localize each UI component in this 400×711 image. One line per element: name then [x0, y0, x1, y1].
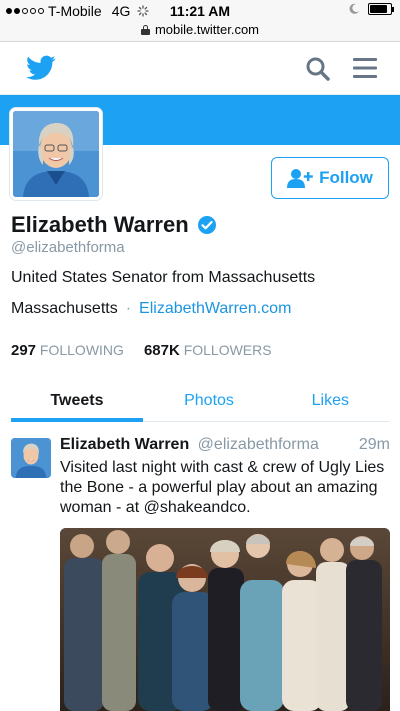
status-right	[348, 3, 394, 15]
tweet-avatar-photo	[11, 438, 51, 478]
following-stat[interactable]: 297 FOLLOWING	[11, 342, 124, 359]
url-bar[interactable]: mobile.twitter.com	[0, 22, 400, 42]
do-not-disturb-moon-icon	[349, 3, 359, 14]
tweet-photo[interactable]	[60, 528, 390, 711]
tab-photos[interactable]: Photos	[143, 385, 275, 421]
url-text: mobile.twitter.com	[154, 22, 260, 37]
follow-label: Follow	[319, 168, 373, 187]
meta-separator: ·	[125, 300, 132, 317]
profile-tabs: Tweets Photos Likes	[11, 385, 389, 422]
tweet-header: Elizabeth Warren @elizabethforma 29m	[60, 436, 390, 454]
following-count: 297	[11, 342, 37, 359]
tab-tweets[interactable]: Tweets	[11, 385, 143, 422]
profile-avatar[interactable]	[10, 108, 102, 200]
profile-stats: 297 FOLLOWING 687K FOLLOWERS	[11, 342, 272, 359]
top-nav	[0, 43, 400, 95]
following-label: FOLLOWING	[39, 342, 124, 358]
hamburger-menu-icon[interactable]	[352, 57, 378, 79]
followers-label: FOLLOWERS	[183, 342, 272, 358]
search-icon[interactable]	[305, 56, 331, 82]
profile-meta: Massachusetts · ElizabethWarren.com	[11, 300, 291, 318]
clock: 11:21 AM	[169, 3, 231, 19]
tweet-text: Visited last night with cast & crew of U…	[60, 459, 385, 516]
profile-handle: @elizabethforma	[11, 239, 125, 256]
verified-badge-icon	[197, 216, 216, 234]
profile-location: Massachusetts	[11, 300, 118, 317]
profile-name-text: Elizabeth Warren	[11, 212, 189, 237]
followers-count: 687K	[143, 342, 180, 359]
followers-stat[interactable]: 687K FOLLOWERS	[144, 342, 272, 359]
profile-name: Elizabeth Warren	[11, 212, 217, 238]
tab-likes[interactable]: Likes	[275, 385, 389, 421]
battery-fill	[370, 5, 387, 13]
tweet-timestamp[interactable]: 29m	[359, 436, 390, 454]
avatar-photo	[13, 111, 99, 197]
tweet-author[interactable]: Elizabeth Warren	[60, 436, 189, 453]
tweet-handle[interactable]: @elizabethforma	[198, 436, 319, 453]
follow-button[interactable]: Follow	[271, 157, 389, 199]
twitter-bird-icon[interactable]	[26, 55, 56, 81]
lock-icon	[140, 24, 150, 35]
profile-bio: United States Senator from Massachusetts	[11, 269, 316, 286]
profile-website-link[interactable]: ElizabethWarren.com	[139, 300, 291, 318]
add-person-icon	[287, 169, 313, 188]
tweet-avatar[interactable]	[11, 438, 51, 478]
tweet-photo-image	[60, 528, 390, 711]
battery-icon	[368, 3, 394, 15]
status-bar: T-Mobile 4G 11:21 AM	[0, 0, 400, 22]
